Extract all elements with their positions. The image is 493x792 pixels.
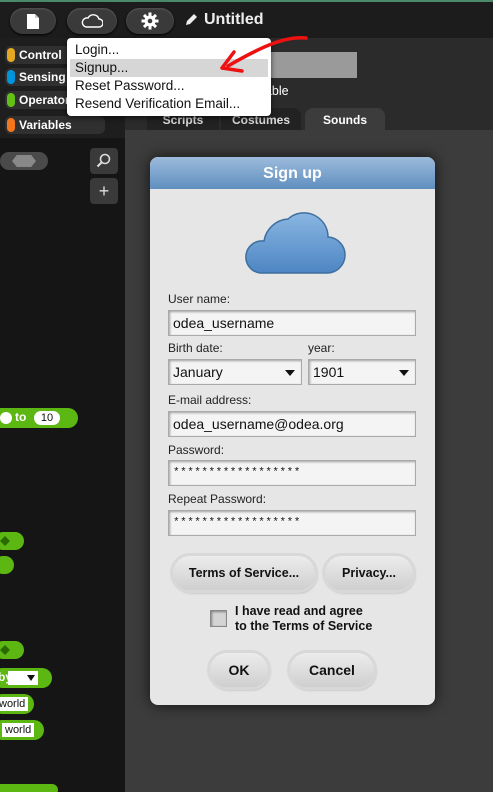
year-select[interactable]: 1901 <box>308 359 416 385</box>
bool-slot <box>0 536 10 546</box>
project-title[interactable]: Untitled <box>184 11 264 29</box>
category-variables-swatch <box>7 118 15 132</box>
dialog-title[interactable]: Sign up <box>150 157 435 189</box>
repeat-password-label: Repeat Password: <box>168 492 267 506</box>
pencil-icon <box>186 14 197 25</box>
menu-item-resend-verification[interactable]: Resend Verification Email... <box>67 95 271 113</box>
category-control-swatch <box>7 48 15 62</box>
year-label: year: <box>308 341 335 355</box>
partial-block[interactable] <box>0 784 58 792</box>
chevron-down-icon <box>285 370 295 376</box>
file-icon <box>27 13 39 29</box>
var-slot <box>0 412 12 424</box>
world-value-1[interactable]: world <box>0 697 29 711</box>
gear-icon <box>141 12 159 30</box>
world-value-2[interactable]: world <box>2 723 35 737</box>
signup-dialog: Sign up User name: odea_username Birth d… <box>150 157 435 705</box>
month-select-value: January <box>173 364 223 380</box>
category-control-label: Control <box>19 48 62 62</box>
category-operators-swatch <box>7 93 15 107</box>
agree-label: I have read and agree to the Terms of Se… <box>235 604 372 634</box>
cloud-button[interactable] <box>67 8 117 34</box>
by-dropdown[interactable] <box>8 671 38 685</box>
text-block-2[interactable]: world <box>0 720 44 740</box>
email-field[interactable]: odea_username@odea.org <box>168 411 416 437</box>
cloud-icon <box>245 212 346 274</box>
agree-label-line-2: to the Terms of Service <box>235 619 373 633</box>
ok-button[interactable]: OK <box>210 653 268 687</box>
reporter-block[interactable] <box>0 152 48 170</box>
operator-block-3[interactable] <box>0 641 24 659</box>
by-block[interactable]: by <box>0 668 52 688</box>
file-button[interactable] <box>10 8 56 34</box>
to-label: to <box>15 410 27 424</box>
settings-button[interactable] <box>126 8 174 34</box>
privacy-button[interactable]: Privacy... <box>325 556 413 590</box>
terms-of-service-button[interactable]: Terms of Service... <box>173 556 315 590</box>
agree-label-line-1: I have read and agree <box>235 604 363 618</box>
operator-block-2[interactable] <box>0 556 14 574</box>
repeat-password-field[interactable]: ****************** <box>168 510 416 536</box>
chevron-down-icon <box>27 675 35 681</box>
annotation-arrow <box>220 36 308 73</box>
email-label: E-mail address: <box>168 393 252 407</box>
category-sensing-swatch <box>7 70 15 84</box>
for-loop-block[interactable]: to 10 <box>0 408 78 428</box>
search-blocks-button[interactable] <box>90 148 118 174</box>
text-block-1[interactable]: world <box>0 694 34 714</box>
birthdate-label: Birth date: <box>168 341 223 355</box>
to-value[interactable]: 10 <box>34 411 60 425</box>
month-select[interactable]: January <box>168 359 302 385</box>
plus-icon: + <box>98 180 110 201</box>
category-variables-label: Variables <box>19 118 72 132</box>
tab-sounds[interactable]: Sounds <box>305 108 385 130</box>
make-block-button[interactable]: + <box>90 178 118 204</box>
project-title-text: Untitled <box>204 11 264 28</box>
username-label: User name: <box>168 292 231 306</box>
cloud-icon <box>81 14 103 28</box>
reporter-slot <box>12 155 36 167</box>
chevron-down-icon <box>399 370 409 376</box>
bool-slot <box>0 645 10 655</box>
agree-checkbox[interactable] <box>210 610 227 627</box>
password-field[interactable]: ****************** <box>168 460 416 486</box>
operator-block-1[interactable] <box>0 532 24 550</box>
username-field[interactable]: odea_username <box>168 310 416 336</box>
password-label: Password: <box>168 443 225 457</box>
year-select-value: 1901 <box>313 364 345 380</box>
block-palette: + to 10 by world world <box>0 138 125 792</box>
cancel-button[interactable]: Cancel <box>290 653 374 687</box>
magnifier-icon <box>96 153 111 168</box>
category-sensing-label: Sensing <box>19 70 66 84</box>
category-variables[interactable]: Variables <box>5 116 105 134</box>
